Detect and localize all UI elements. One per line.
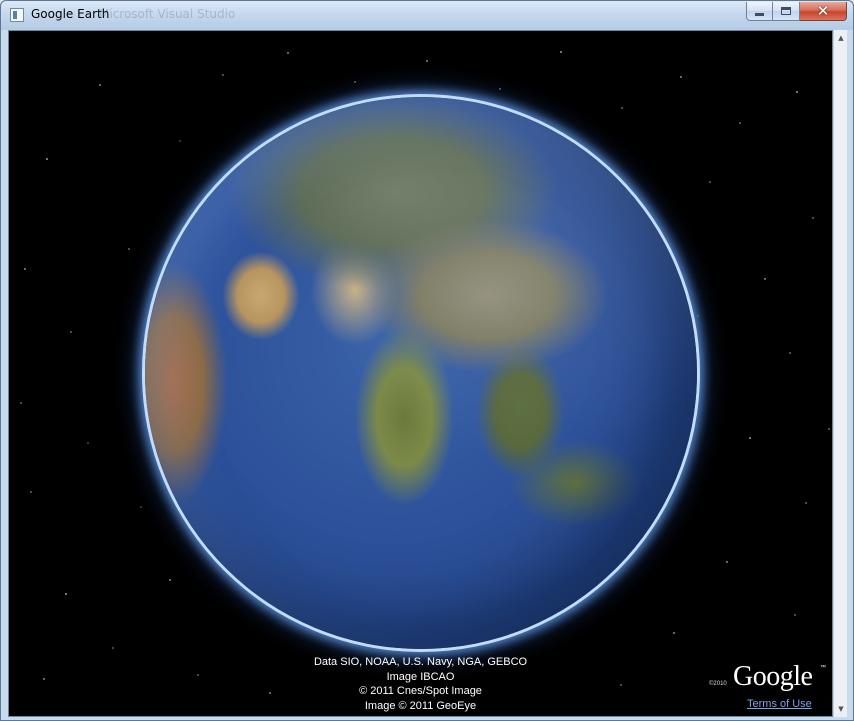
title-bar[interactable]: Google Earth Microsoft Visual Studio ✕ <box>1 1 853 29</box>
minimize-button[interactable] <box>746 2 773 21</box>
maximize-button[interactable] <box>773 2 800 21</box>
logo-text: Google <box>733 661 813 692</box>
app-icon[interactable] <box>10 8 24 22</box>
google-earth-window: Google Earth Microsoft Visual Studio ✕ D… <box>0 0 854 721</box>
credit-line: Image © 2011 GeoEye <box>364 699 477 712</box>
credit-line: Image IBCAO <box>386 670 455 683</box>
logo-trademark: ™ <box>820 665 826 671</box>
google-logo: ©2010 Google ™ <box>709 661 829 695</box>
scroll-up-icon[interactable]: ▲ <box>836 32 846 44</box>
earth-3d-view[interactable]: Data SIO, NOAA, U.S. Navy, NGA, GEBCO Im… <box>8 30 833 717</box>
earth-globe[interactable] <box>145 97 697 649</box>
vertical-scrollbar[interactable]: ▲ ▼ <box>833 30 847 717</box>
window-title: Google Earth <box>31 7 110 21</box>
close-button[interactable]: ✕ <box>800 2 847 21</box>
credit-line: © 2011 Cnes/Spot Image <box>359 685 482 697</box>
maximize-icon <box>781 7 791 15</box>
close-icon: ✕ <box>816 1 830 20</box>
scroll-down-icon[interactable]: ▼ <box>836 703 846 715</box>
logo-year: ©2010 <box>709 681 727 687</box>
background-window-title: Microsoft Visual Studio <box>99 7 236 21</box>
minimize-icon <box>755 12 764 16</box>
imagery-credits: Data SIO, NOAA, U.S. Navy, NGA, GEBCO Im… <box>219 655 622 713</box>
credit-line: Data SIO, NOAA, U.S. Navy, NGA, GEBCO <box>313 656 528 668</box>
terms-of-use-link[interactable]: Terms of Use <box>747 698 812 710</box>
